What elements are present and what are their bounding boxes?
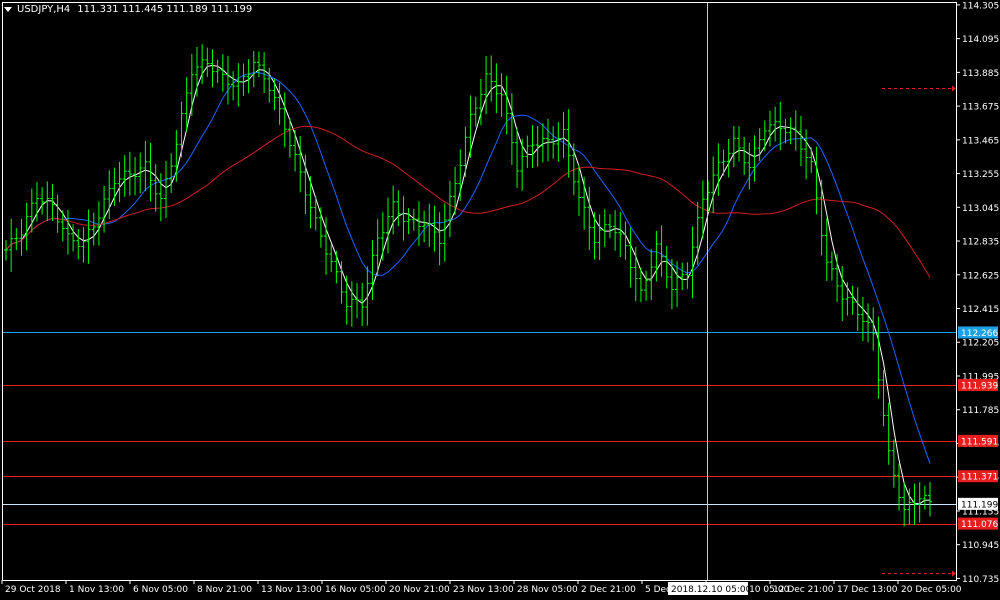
crosshair-time-label: 2018.12.10 05:00 [671,585,752,595]
y-tick-label: 113.675 [962,103,999,113]
y-tick-label: 114.095 [962,35,999,45]
y-tick-label: 112.625 [962,271,999,281]
level-label: 111.371 [961,473,998,483]
ma-slow-line [5,125,931,278]
y-tick-label: 112.415 [962,305,999,315]
y-tick-label: 114.305 [962,1,999,11]
y-tick-label: 110.735 [962,575,999,585]
y-tick-label: 110.945 [962,541,999,551]
x-tick-label: 1 Nov 13:00 [69,585,124,595]
x-tick-label: 29 Oct 2018 [5,585,61,595]
ma-fast-line [5,64,931,505]
chart-frame [2,2,957,581]
level-label: 111.591 [961,437,998,447]
y-tick-label: 113.885 [962,69,999,79]
y-tick-label: 113.465 [962,136,999,146]
ohlc-values: 111.331 111.445 111.189 111.199 [77,4,253,15]
chart-window[interactable]: 114.305 114.095 113.885 113.675 113.465 113.2… [0,0,1000,600]
x-tick-label: 13 Nov 13:00 [261,585,322,595]
x-tick-label: 2 Dec 21:00 [581,585,636,595]
ma-medium-line [5,71,931,464]
x-tick-label: 23 Nov 13:00 [453,585,514,595]
x-tick-label: 5 Dec [645,585,671,595]
x-tick-label: 20 Dec 05:00 [901,585,962,595]
x-tick-label: 20 Nov 21:00 [389,585,450,595]
price-chart[interactable]: 114.305 114.095 113.885 113.675 113.465 113.2… [0,0,1000,600]
horizontal-lines [2,332,956,525]
stop-markers [882,85,956,577]
y-tick-label: 111.785 [962,406,999,416]
y-tick-label: 112.835 [962,238,999,248]
x-tick-label: 17 Dec 13:00 [837,585,898,595]
price-axis[interactable]: 114.305 114.095 113.885 113.675 113.465 113.2… [956,1,999,585]
x-tick-label: 12 Dec 21:00 [773,585,834,595]
x-tick-label: 28 Nov 05:00 [517,585,578,595]
y-tick-label: 113.255 [962,170,999,180]
stop-marker-arrow-icon [952,570,956,577]
x-tick-label: 8 Nov 21:00 [197,585,252,595]
x-tick-label: 16 Nov 05:00 [325,585,386,595]
x-tick-label: 6 Nov 05:00 [133,585,188,595]
level-label: 111.199 [961,500,998,510]
dropdown-triangle-icon[interactable] [4,7,12,12]
level-label: 111.076 [961,520,998,530]
y-tick-label: 112.205 [962,339,999,349]
y-tick-label: 113.045 [962,204,999,214]
level-label: 111.939 [961,381,998,391]
symbol-header: USDJPY,H4 111.331 111.445 111.189 111.19… [4,4,252,15]
level-label: 112.266 [961,329,998,339]
candles [4,44,932,527]
stop-marker-arrow-icon [952,85,956,92]
plot-border [2,2,957,581]
symbol-label: USDJPY,H4 [17,4,71,15]
time-axis[interactable]: 29 Oct 2018 1 Nov 13:00 6 Nov 05:00 8 Nov 2… [1,580,962,595]
moving-averages [5,64,931,505]
